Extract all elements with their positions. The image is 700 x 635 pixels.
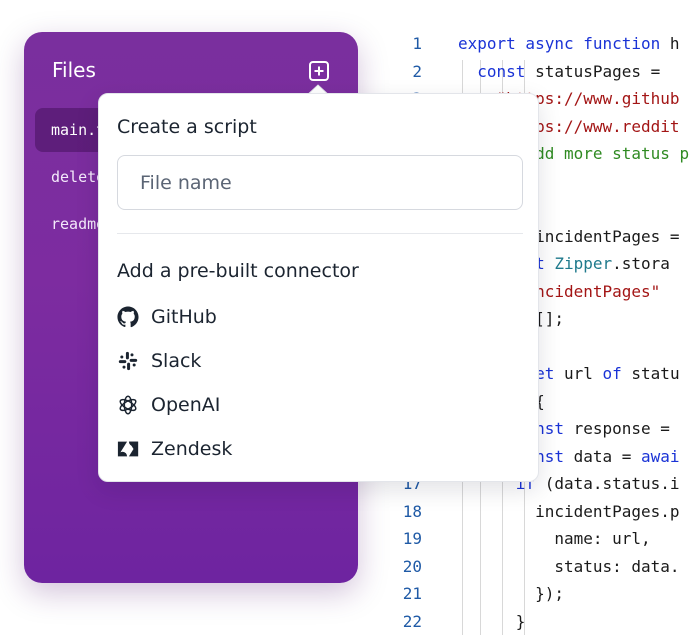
code-line: 22 } — [380, 608, 700, 635]
code-line: 21 }); — [380, 580, 700, 608]
code-token: data = — [573, 446, 642, 466]
sidebar-title: Files — [52, 58, 96, 82]
add-file-button[interactable] — [309, 61, 329, 81]
code-token: status: data. — [458, 556, 680, 576]
code-line: 2 const statusPages = — [380, 58, 700, 86]
slack-icon — [117, 350, 139, 372]
code-token: name: url, — [458, 529, 651, 548]
code-token: statusPages = — [535, 61, 670, 81]
code-token: const — [477, 61, 536, 81]
connector-slack[interactable]: Slack — [117, 346, 417, 376]
code-text: } — [458, 608, 526, 635]
code-token: incidentPages = — [535, 226, 680, 246]
line-number: 20 — [402, 556, 422, 576]
code-line: 18 incidentPages.p — [380, 498, 700, 526]
code-text: incidentPages.p — [458, 498, 680, 526]
code-token: export async function — [458, 34, 670, 53]
connector-label: GitHub — [151, 306, 217, 328]
code-token: of — [602, 364, 632, 383]
connector-label: OpenAI — [151, 394, 221, 416]
line-number: 1 — [412, 34, 422, 53]
plus-square-icon — [314, 66, 324, 76]
github-icon — [117, 306, 139, 328]
code-token: awai — [641, 446, 680, 466]
openai-icon — [117, 394, 139, 416]
code-token: statu — [631, 364, 680, 383]
code-line: 19 name: url, — [380, 525, 700, 553]
connector-openai[interactable]: OpenAI — [117, 390, 417, 420]
connector-label: Zendesk — [151, 438, 233, 460]
code-line: 1 export async function h — [380, 30, 700, 58]
code-token: response = — [573, 419, 670, 438]
code-text: const statusPages = — [458, 58, 670, 86]
code-token: url — [563, 364, 603, 383]
line-number: 19 — [402, 529, 422, 548]
file-name-input[interactable] — [117, 155, 523, 210]
code-text: status: data. — [458, 553, 680, 581]
code-token: .stora — [612, 254, 670, 273]
connector-heading: Add a pre-built connector — [117, 260, 359, 282]
zendesk-icon — [117, 438, 139, 460]
code-token: h — [669, 34, 680, 53]
connector-zendesk[interactable]: Zendesk — [117, 434, 417, 464]
line-number: 21 — [402, 584, 422, 603]
connector-label: Slack — [151, 350, 202, 372]
line-number: 2 — [412, 61, 422, 81]
connector-github[interactable]: GitHub — [117, 302, 417, 332]
code-token: } — [458, 611, 526, 631]
code-text: export async function h — [458, 30, 680, 58]
code-token: }); — [458, 584, 564, 603]
line-number: 22 — [402, 611, 422, 631]
code-token: Zipper — [554, 254, 613, 273]
code-text: name: url, — [458, 525, 651, 553]
code-token: incidentPages.p — [458, 501, 680, 521]
create-script-popover: Create a script Add a pre-built connecto… — [98, 93, 539, 482]
create-script-heading: Create a script — [117, 116, 257, 138]
line-number: 18 — [402, 501, 422, 521]
code-text: }); — [458, 580, 564, 608]
code-line: 20 status: data. — [380, 553, 700, 581]
divider — [117, 233, 523, 234]
code-token: (data.status.i — [544, 474, 680, 493]
